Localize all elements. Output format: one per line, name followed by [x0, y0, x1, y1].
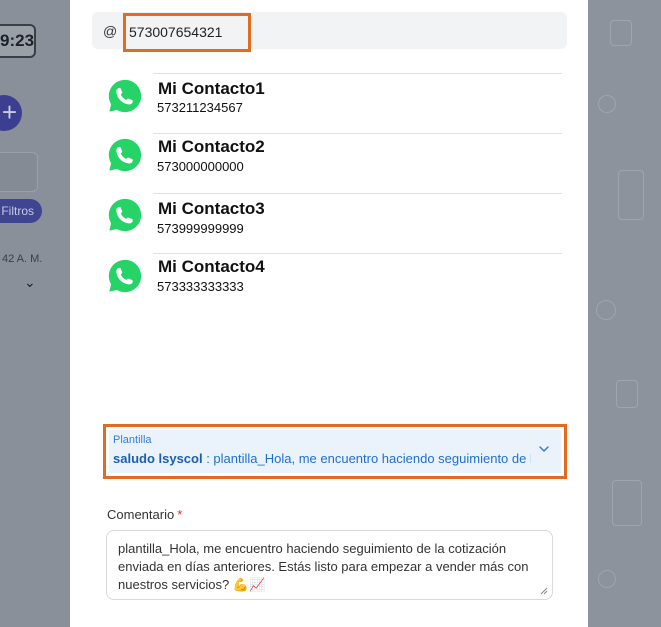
- contact-name: Mi Contacto2: [158, 137, 265, 156]
- background-left-panel: 9:23 + Filtros 42 A. M. ⌄: [0, 0, 70, 627]
- background-filters-button: Filtros: [0, 199, 42, 223]
- divider: [153, 253, 562, 254]
- comment-textarea[interactable]: plantilla_Hola, me encuentro haciendo se…: [106, 530, 553, 600]
- template-selected-value: saludo lsyscol : plantilla_Hola, me encu…: [113, 451, 531, 466]
- contact-item[interactable]: Mi Contacto2 573000000000: [96, 133, 562, 193]
- contact-phone: 573333333333: [157, 279, 244, 294]
- whatsapp-icon: [108, 198, 142, 232]
- contact-phone: 573000000000: [157, 159, 244, 174]
- whatsapp-icon: [108, 138, 142, 172]
- background-chat-wallpaper: [588, 0, 661, 627]
- template-select[interactable]: Plantilla saludo lsyscol : plantilla_Hol…: [109, 430, 561, 473]
- background-clock: 9:23: [0, 24, 36, 58]
- divider: [153, 73, 562, 74]
- at-icon: @: [103, 23, 118, 39]
- contact-name: Mi Contacto1: [158, 79, 265, 98]
- whatsapp-icon: [108, 79, 142, 113]
- chevron-down-icon[interactable]: [537, 442, 551, 456]
- divider: [153, 193, 562, 194]
- background-add-button: +: [0, 95, 22, 131]
- contact-phone: 573211234567: [157, 100, 243, 115]
- contact-list: Mi Contacto1 573211234567 Mi Contacto2 5…: [96, 73, 562, 313]
- template-name: saludo lsyscol: [113, 451, 203, 466]
- contact-phone: 573999999999: [157, 221, 244, 236]
- divider: [153, 133, 562, 134]
- comment-label-text: Comentario: [107, 507, 175, 522]
- contact-name: Mi Contacto4: [158, 257, 265, 276]
- template-highlight-frame: Plantilla saludo lsyscol : plantilla_Hol…: [103, 424, 567, 479]
- comment-text[interactable]: plantilla_Hola, me encuentro haciendo se…: [118, 540, 543, 594]
- whatsapp-icon: [108, 259, 142, 293]
- comment-label: Comentario *: [107, 507, 182, 522]
- contact-name: Mi Contacto3: [158, 199, 265, 218]
- resize-handle-icon[interactable]: [540, 587, 548, 595]
- required-indicator: *: [177, 507, 183, 522]
- template-label: Plantilla: [113, 434, 152, 446]
- search-highlight-frame: [123, 13, 251, 52]
- contact-item[interactable]: Mi Contacto1 573211234567: [96, 73, 562, 133]
- chevron-down-icon: ⌄: [24, 274, 36, 290]
- background-timestamp: 42 A. M.: [2, 253, 43, 265]
- new-conversation-modal: @ 573007654321 Mi Contacto1 573211234567…: [70, 0, 588, 627]
- background-input: [0, 152, 38, 192]
- contact-item[interactable]: Mi Contacto3 573999999999: [96, 193, 562, 253]
- contact-item[interactable]: Mi Contacto4 573333333333: [96, 253, 562, 313]
- template-preview: : plantilla_Hola, me encuentro haciendo …: [206, 451, 531, 466]
